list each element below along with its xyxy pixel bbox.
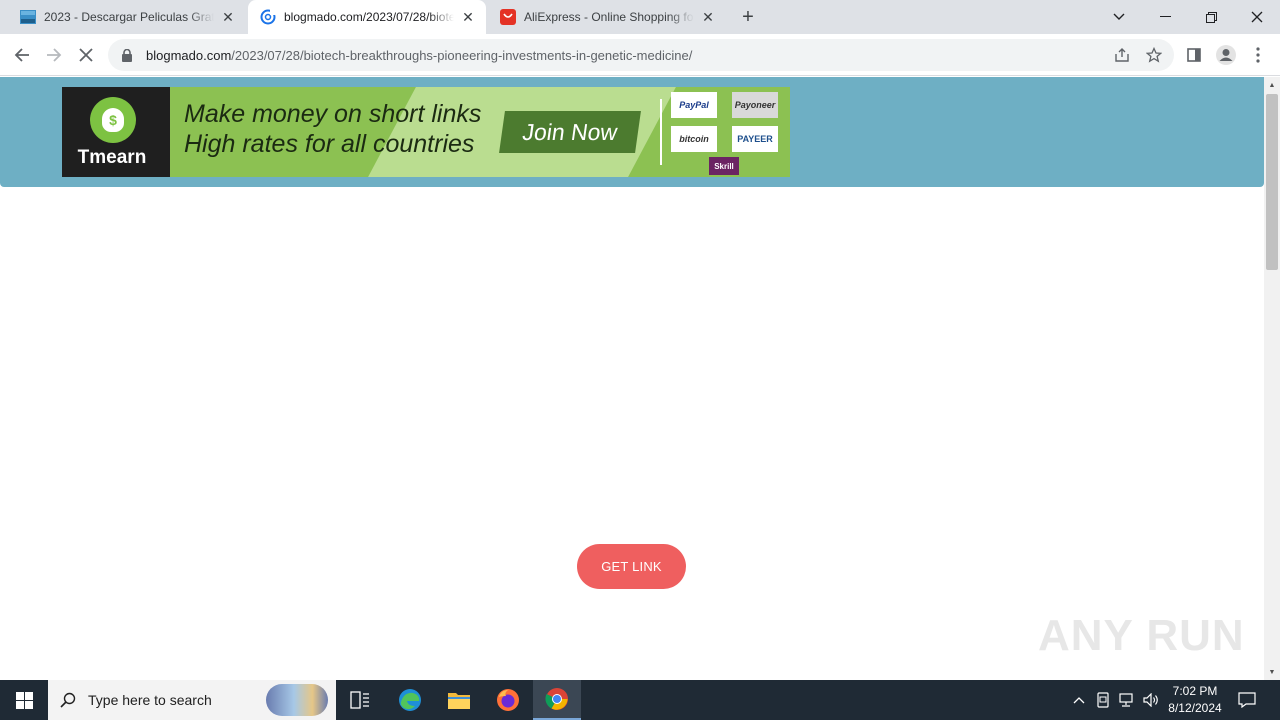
ad-logo: $ Tmearn <box>62 87 170 177</box>
ad-headline-1: Make money on short links <box>184 100 482 128</box>
notification-center-icon[interactable] <box>1236 690 1258 710</box>
film-icon <box>20 9 36 25</box>
address-bar[interactable]: blogmado.com/2023/07/28/biotech-breakthr… <box>108 39 1174 71</box>
tab-title: AliExpress - Online Shopping for Popular <box>524 10 694 24</box>
loading-globe-icon <box>260 9 276 25</box>
menu-kebab-icon[interactable] <box>1246 43 1270 67</box>
windows-start-icon[interactable] <box>0 680 48 720</box>
task-view-icon[interactable] <box>336 680 384 720</box>
tmearn-ad-banner[interactable]: $ Tmearn Make money on short links High … <box>62 87 790 177</box>
stop-loading-icon[interactable] <box>72 41 100 69</box>
new-tab-button[interactable]: + <box>736 5 760 29</box>
tab-blogmado[interactable]: blogmado.com/2023/07/28/biotech-breakthr… <box>248 0 486 34</box>
page-content: $ Tmearn Make money on short links High … <box>0 77 1264 680</box>
close-window-icon[interactable] <box>1234 0 1280 34</box>
ad-join-now-button[interactable]: Join Now <box>499 111 641 153</box>
anyrun-watermark: ANY RUN <box>1038 611 1245 660</box>
clock-date: 8/12/2024 <box>1168 701 1222 715</box>
restore-icon[interactable] <box>1188 0 1234 34</box>
edge-browser-icon[interactable] <box>386 680 434 720</box>
file-explorer-icon[interactable] <box>435 680 483 720</box>
ad-divider <box>660 99 662 165</box>
side-panel-icon[interactable] <box>1182 43 1206 67</box>
browser-toolbar: blogmado.com/2023/07/28/biotech-breakthr… <box>0 34 1280 76</box>
bookmark-star-icon[interactable] <box>1146 47 1162 63</box>
page-scrollbar[interactable]: ▲ ▼ <box>1264 77 1280 680</box>
forward-icon[interactable] <box>40 41 68 69</box>
tray-device-icon[interactable] <box>1094 691 1112 709</box>
url-text: blogmado.com/2023/07/28/biotech-breakthr… <box>146 48 692 63</box>
ad-headline-2: High rates for all countries <box>184 130 475 158</box>
aliexpress-icon <box>500 9 516 25</box>
get-link-button[interactable]: GET LINK <box>577 544 686 589</box>
close-tab-icon[interactable]: ✕ <box>700 9 716 25</box>
taskbar-clock[interactable]: 7:02 PM 8/12/2024 <box>1162 683 1228 717</box>
search-highlight-art <box>266 684 328 716</box>
search-icon <box>48 692 88 708</box>
ad-brand: Tmearn <box>77 147 147 168</box>
chrome-icon[interactable] <box>533 680 581 720</box>
tab-strip: 2023 - Descargar Peliculas Gratis ✕ blog… <box>0 0 1280 34</box>
back-icon[interactable] <box>8 41 36 69</box>
bitcoin-logo: bitcoin <box>671 126 717 152</box>
url-host: blogmado.com <box>146 47 232 63</box>
payeer-logo: PAYEER <box>732 126 778 152</box>
paypal-logo: PayPal <box>671 92 717 118</box>
tab-search-icon[interactable] <box>1096 0 1142 34</box>
header-banner-bar: $ Tmearn Make money on short links High … <box>0 77 1264 187</box>
url-path: /2023/07/28/biotech-breakthroughs-pionee… <box>231 47 693 63</box>
network-icon[interactable] <box>1118 691 1136 709</box>
close-tab-icon[interactable]: ✕ <box>460 9 476 25</box>
clock-time: 7:02 PM <box>1172 684 1218 698</box>
tray-chevron-up-icon[interactable] <box>1070 691 1088 709</box>
tab-title: 2023 - Descargar Peliculas Gratis <box>44 10 214 24</box>
tab-aliexpress[interactable]: AliExpress - Online Shopping for Popular… <box>488 0 726 34</box>
scroll-down-arrow-icon[interactable]: ▼ <box>1264 664 1280 680</box>
lock-icon[interactable] <box>120 48 134 62</box>
firefox-icon[interactable] <box>484 680 532 720</box>
scroll-up-arrow-icon[interactable]: ▲ <box>1264 77 1280 93</box>
tab-peliculas[interactable]: 2023 - Descargar Peliculas Gratis ✕ <box>8 0 246 34</box>
windows-taskbar: Type here to search 7:02 PM 8/12/2024 <box>0 680 1280 720</box>
taskbar-search-box[interactable]: Type here to search <box>48 680 336 720</box>
scrollbar-thumb[interactable] <box>1266 94 1278 270</box>
payoneer-logo: Payoneer <box>732 92 778 118</box>
minimize-icon[interactable] <box>1142 0 1188 34</box>
money-bag-icon: $ <box>90 97 136 143</box>
search-placeholder: Type here to search <box>88 692 212 708</box>
close-tab-icon[interactable]: ✕ <box>220 9 236 25</box>
skrill-logo: Skrill <box>709 157 739 175</box>
tab-title: blogmado.com/2023/07/28/biotech-breakthr… <box>284 10 454 24</box>
share-icon[interactable] <box>1114 47 1130 63</box>
volume-icon[interactable] <box>1142 691 1160 709</box>
profile-avatar-icon[interactable] <box>1214 43 1238 67</box>
